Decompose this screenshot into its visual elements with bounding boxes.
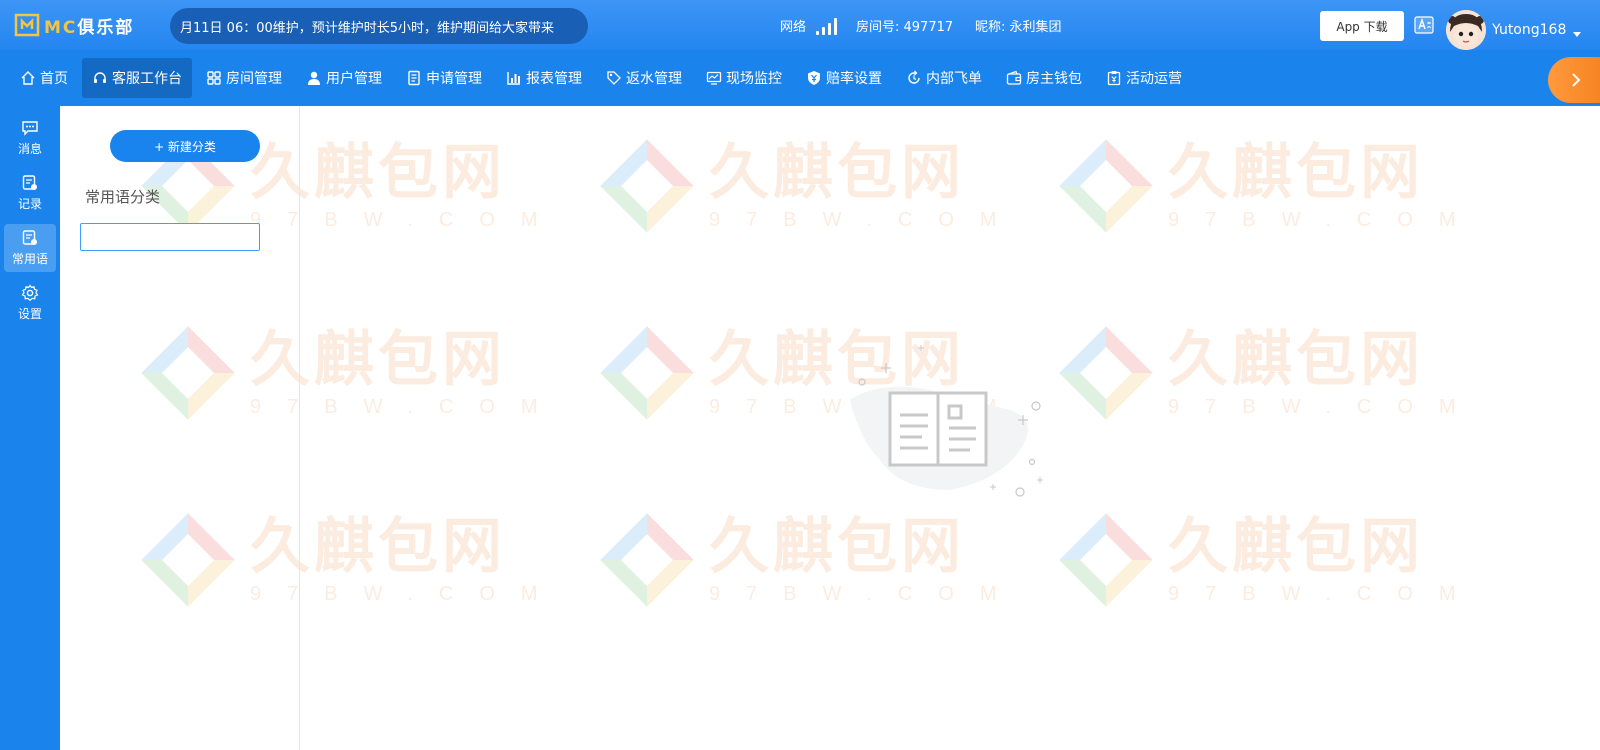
monitor-icon xyxy=(706,71,722,85)
top-header: MC俱乐部 月11日 06：00维护，预计维护时长5小时，维护期间给大家带来 网… xyxy=(0,0,1600,50)
chevron-down-icon[interactable] xyxy=(1573,32,1581,37)
side-rail: 消息 记录 常用语 设置 xyxy=(0,106,60,750)
rail-item-label: 常用语 xyxy=(11,252,48,266)
nav-expand-button[interactable] xyxy=(1548,57,1600,103)
rail-item-phrases[interactable]: 常用语 xyxy=(4,224,56,272)
maintenance-notice: 月11日 06：00维护，预计维护时长5小时，维护期间给大家带来 xyxy=(170,8,588,44)
nav-item-label: 现场监控 xyxy=(726,71,782,87)
nav-item-report-management[interactable]: 报表管理 xyxy=(496,58,592,98)
translate-icon[interactable] xyxy=(1414,16,1434,34)
watermark-cn: 久麒包网 xyxy=(1168,137,1424,208)
wallet-icon xyxy=(1006,70,1022,85)
main-nav: 首页 客服工作台 房间管理 用户管理 申请管理 报表管理 返水管理 现场监控 赔… xyxy=(0,50,1600,106)
nav-item-live-monitor[interactable]: 现场监控 xyxy=(696,58,792,98)
watermark-cn: 久麒包网 xyxy=(709,511,965,582)
watermark-en: 97BW.COM xyxy=(1168,395,1482,418)
logo: MC俱乐部 xyxy=(14,12,134,38)
nav-item-label: 赔率设置 xyxy=(826,71,882,87)
nav-item-odds-settings[interactable]: 赔率设置 xyxy=(796,58,892,98)
watermark-logo-icon xyxy=(1059,513,1153,607)
room-number: 房间号: 497717 xyxy=(856,20,954,35)
watermark: 久麒包网 97BW.COM xyxy=(595,508,1023,612)
rail-item-settings[interactable]: 设置 xyxy=(4,279,56,327)
bar-chart-icon xyxy=(507,72,520,85)
avatar-icon xyxy=(1446,10,1486,50)
watermark-en: 97BW.COM xyxy=(1168,582,1482,605)
avatar[interactable] xyxy=(1446,10,1486,50)
watermark-en: 97BW.COM xyxy=(1168,208,1482,231)
nav-item-label: 房主钱包 xyxy=(1026,71,1082,87)
category-panel: + 新建分类 常用语分类 xyxy=(60,106,300,750)
nav-item-internal-orders[interactable]: 内部飞单 xyxy=(896,58,992,98)
rail-item-label: 记录 xyxy=(17,197,42,211)
signal-icon xyxy=(816,17,840,35)
watermark-logo-icon xyxy=(600,513,694,607)
nav-item-home[interactable]: 首页 xyxy=(10,58,78,98)
nav-item-application-management[interactable]: 申请管理 xyxy=(396,58,492,98)
gear-icon xyxy=(21,284,39,301)
shield-yen-icon xyxy=(808,71,820,85)
network-label: 网络 xyxy=(780,20,807,35)
chat-icon xyxy=(22,121,38,136)
headset-icon xyxy=(94,72,106,83)
watermark-logo-icon xyxy=(1059,139,1153,233)
category-title: 常用语分类 xyxy=(85,188,161,206)
home-icon xyxy=(21,71,35,85)
nav-item-label: 房间管理 xyxy=(226,71,282,87)
watermark-cn: 久麒包网 xyxy=(709,137,965,208)
user-icon xyxy=(308,71,320,85)
username[interactable]: Yutong168 xyxy=(1492,22,1566,38)
logo-cn: 俱乐部 xyxy=(77,17,135,38)
watermark-en: 97BW.COM xyxy=(709,582,1023,605)
category-name-input[interactable] xyxy=(80,223,260,251)
logo-mark-icon xyxy=(14,13,40,37)
nav-item-label: 返水管理 xyxy=(626,71,682,87)
watermark-logo-icon xyxy=(1059,326,1153,420)
empty-state-book-icon xyxy=(850,345,1043,497)
watermark-logo-icon xyxy=(600,326,694,420)
chevron-right-icon xyxy=(1572,73,1581,87)
nav-item-label: 活动运营 xyxy=(1126,71,1182,87)
nav-item-label: 首页 xyxy=(40,71,68,87)
watermark: 久麒包网 97BW.COM xyxy=(1054,134,1482,238)
rail-item-messages[interactable]: 消息 xyxy=(4,114,56,162)
watermark: 久麒包网 97BW.COM xyxy=(1054,321,1482,425)
nav-item-label: 内部飞单 xyxy=(926,71,982,87)
rail-item-label: 消息 xyxy=(17,142,42,156)
rail-item-records[interactable]: 记录 xyxy=(4,169,56,217)
network-status: 网络 xyxy=(780,16,840,35)
watermark-en: 97BW.COM xyxy=(709,208,1023,231)
watermark-cn: 久麒包网 xyxy=(1168,324,1424,395)
app-download-button[interactable]: App 下载 xyxy=(1320,11,1404,41)
nav-item-label: 用户管理 xyxy=(326,71,382,87)
nav-item-owner-wallet[interactable]: 房主钱包 xyxy=(996,58,1092,98)
document-icon xyxy=(408,70,420,86)
tag-icon xyxy=(607,71,621,85)
nav-item-rebate-management[interactable]: 返水管理 xyxy=(596,58,692,98)
watermark-logo-icon xyxy=(600,139,694,233)
nav-item-label: 报表管理 xyxy=(526,71,582,87)
logo-latin: MC xyxy=(44,17,78,38)
clipboard-yen-icon xyxy=(1107,71,1121,86)
refresh-icon xyxy=(908,70,920,84)
nav-item-user-management[interactable]: 用户管理 xyxy=(296,58,392,98)
nav-item-label: 客服工作台 xyxy=(112,71,182,87)
nav-item-room-management[interactable]: 房间管理 xyxy=(196,58,292,98)
phrases-icon xyxy=(22,230,37,245)
watermark-cn: 久麒包网 xyxy=(1168,511,1424,582)
watermark: 久麒包网 97BW.COM xyxy=(595,134,1023,238)
new-category-button[interactable]: + 新建分类 xyxy=(110,130,260,162)
nav-item-service-desk[interactable]: 客服工作台 xyxy=(82,58,192,98)
nickname: 昵称: 永利集团 xyxy=(975,20,1062,35)
nav-item-campaign-operations[interactable]: 活动运营 xyxy=(1096,58,1192,98)
watermark: 久麒包网 97BW.COM xyxy=(1054,508,1482,612)
rail-item-label: 设置 xyxy=(17,307,42,321)
grid-icon xyxy=(207,71,221,85)
record-icon xyxy=(22,175,37,190)
nav-item-label: 申请管理 xyxy=(426,71,482,87)
